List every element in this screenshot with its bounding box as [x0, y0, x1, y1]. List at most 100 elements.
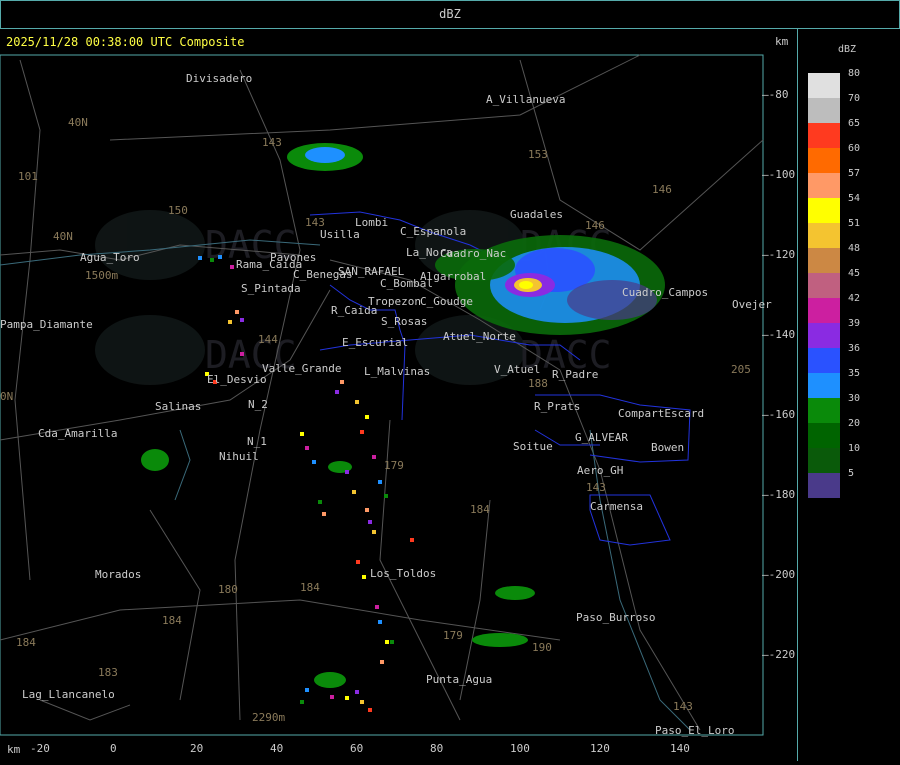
- radar-pixel: [360, 430, 364, 434]
- radar-echo: [305, 147, 345, 163]
- x-tick-label: 80: [430, 742, 444, 755]
- radar-pixel: [355, 400, 359, 404]
- radar-pixel: [384, 494, 388, 498]
- legend-swatch: [808, 423, 840, 448]
- radar-pixel: [372, 455, 376, 459]
- radar-pixel: [368, 520, 372, 524]
- legend-value: 70: [848, 93, 861, 104]
- legend-swatch: [808, 448, 840, 473]
- place-label-paso-burroso: Paso_Burroso: [576, 611, 655, 624]
- svg-text:2290m: 2290m: [252, 711, 285, 724]
- radar-pixel: [228, 320, 232, 324]
- radar-pixel: [305, 688, 309, 692]
- radar-map[interactable]: DACC DACC DACC DACC: [0, 28, 798, 761]
- svg-text:180: 180: [218, 583, 238, 596]
- window-title: dBZ: [439, 7, 461, 21]
- y-tick-label: —-80: [762, 88, 789, 101]
- legend-swatch: [808, 373, 840, 398]
- legend-value: 54: [848, 193, 861, 204]
- radar-map-canvas[interactable]: DACC DACC DACC DACC: [0, 28, 797, 761]
- place-label-pampa-diamante: Pampa_Diamante: [0, 318, 93, 331]
- legend-value: 5: [848, 468, 855, 479]
- place-label-soitue: Soitue: [513, 440, 553, 453]
- svg-text:179: 179: [384, 459, 404, 472]
- svg-text:101: 101: [18, 170, 38, 183]
- legend-value: 42: [848, 293, 861, 304]
- svg-text:153: 153: [528, 148, 548, 161]
- radar-echo: [472, 633, 528, 647]
- radar-pixel: [356, 560, 360, 564]
- legend-swatch: [808, 248, 840, 273]
- legend-value: 48: [848, 243, 861, 254]
- svg-text:40N: 40N: [53, 230, 73, 243]
- legend-swatch: [808, 473, 840, 498]
- place-label-punta-agua: Punta_Agua: [426, 673, 492, 686]
- svg-text:143: 143: [586, 481, 606, 494]
- place-label-nihuil: Nihuil: [219, 450, 259, 463]
- y-tick-label: —-180: [762, 488, 796, 501]
- place-label-agua-toro: Agua_Toro: [80, 251, 140, 264]
- radar-pixel: [335, 390, 339, 394]
- place-label-el-desvio: El_Desvio: [207, 373, 267, 386]
- svg-text:188: 188: [528, 377, 548, 390]
- place-label-n-1: N_1: [247, 435, 267, 448]
- place-label-guadales: Guadales: [510, 208, 563, 221]
- x-tick-label: 140: [670, 742, 690, 755]
- radar-pixel: [240, 318, 244, 322]
- svg-text:0N: 0N: [0, 390, 13, 403]
- svg-text:143: 143: [262, 136, 282, 149]
- place-label-r-prats: R_Prats: [534, 400, 580, 413]
- legend-value: 60: [848, 143, 861, 154]
- radar-pixel: [230, 265, 234, 269]
- radar-pixel: [318, 500, 322, 504]
- radar-pixel: [322, 512, 326, 516]
- radar-pixel: [378, 620, 382, 624]
- svg-text:40N: 40N: [68, 116, 88, 129]
- x-tick-label: 100: [510, 742, 530, 755]
- place-label-bowen: Bowen: [651, 441, 684, 454]
- radar-echo: [495, 586, 535, 600]
- radar-pixel: [345, 696, 349, 700]
- composite-timestamp: 2025/11/28 00:38:00 UTC Composite: [6, 35, 245, 49]
- plot-frame: [0, 54, 764, 736]
- svg-text:179: 179: [443, 629, 463, 642]
- x-tick-label: 0: [110, 742, 117, 755]
- radar-pixel: [240, 352, 244, 356]
- legend-value: 39: [848, 318, 861, 329]
- legend-swatch: [808, 323, 840, 348]
- legend-value: 45: [848, 268, 861, 279]
- place-label-ovejer: Ovejer: [732, 298, 772, 311]
- place-label-lombi: Lombi: [355, 216, 388, 229]
- place-label-a-villanueva: A_Villanueva: [486, 93, 565, 106]
- radar-pixel: [210, 258, 214, 262]
- legend-swatch: [808, 73, 840, 98]
- y-tick-label: —-200: [762, 568, 796, 581]
- place-label-algarrobal: Algarrobal: [420, 270, 486, 283]
- legend-swatch: [808, 298, 840, 323]
- legend-value: 36: [848, 343, 861, 354]
- place-labels: Divisadero A_Villanueva Agua_Toro Pampa_Dia…: [0, 72, 772, 737]
- svg-text:146: 146: [652, 183, 672, 196]
- y-tick-label: —-140: [762, 328, 796, 341]
- legend-value: 57: [848, 168, 861, 179]
- place-label-paso-el-loro: Paso_El_Loro: [655, 724, 734, 737]
- radar-pixel: [375, 605, 379, 609]
- place-label-cda-amarilla: Cda_Amarilla: [38, 427, 117, 440]
- legend-swatch: [808, 223, 840, 248]
- legend-value: 30: [848, 393, 861, 404]
- legend-value: 35: [848, 368, 861, 379]
- place-label-divisadero: Divisadero: [186, 72, 252, 85]
- legend-value: 10: [848, 443, 861, 454]
- svg-text:143: 143: [673, 700, 693, 713]
- legend-value: 51: [848, 218, 861, 229]
- x-axis-unit: km: [7, 743, 21, 756]
- radar-echo: [519, 281, 533, 289]
- y-tick-label: —-220: [762, 648, 796, 661]
- x-tick-label: -20: [30, 742, 50, 755]
- radar-pixel: [330, 695, 334, 699]
- place-label-atuel-norte: Atuel_Norte: [443, 330, 516, 343]
- radar-echo: [314, 672, 346, 688]
- radar-pixel: [198, 256, 202, 260]
- x-tick-label: 20: [190, 742, 204, 755]
- place-label-lag-llancanelo: Lag_Llancanelo: [22, 688, 115, 701]
